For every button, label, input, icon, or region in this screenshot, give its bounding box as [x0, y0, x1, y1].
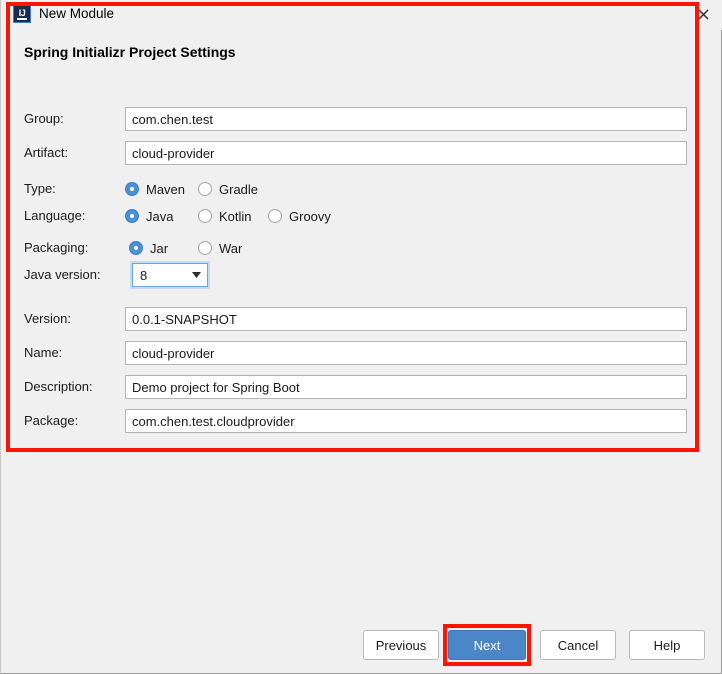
field-row-version: Version:: [24, 307, 687, 331]
radio-selected-icon: [125, 209, 139, 223]
java-version-value: 8: [140, 267, 148, 283]
field-row-language: Language: Java Kotlin Groovy: [24, 204, 354, 228]
next-button[interactable]: Next: [448, 630, 526, 660]
radio-packaging-war[interactable]: War: [198, 236, 242, 260]
field-row-group: Group:: [24, 107, 687, 131]
chevron-down-icon: [185, 272, 207, 278]
package-input[interactable]: [125, 409, 687, 433]
field-row-name: Name:: [24, 341, 687, 365]
radio-type-maven[interactable]: Maven: [125, 177, 185, 201]
radio-language-java[interactable]: Java: [125, 204, 173, 228]
radio-unselected-icon: [268, 209, 282, 223]
field-row-package: Package:: [24, 409, 687, 433]
version-input[interactable]: [125, 307, 687, 331]
radio-language-groovy-label: Groovy: [289, 208, 331, 224]
group-input[interactable]: [125, 107, 687, 131]
description-input[interactable]: [125, 375, 687, 399]
close-icon[interactable]: [693, 4, 713, 24]
version-label: Version:: [24, 311, 71, 326]
radio-language-groovy[interactable]: Groovy: [268, 204, 331, 228]
cancel-button[interactable]: Cancel: [540, 630, 616, 660]
dialog-button-bar: Previous Next Cancel Help: [1, 630, 722, 660]
radio-unselected-icon: [198, 209, 212, 223]
radio-type-maven-label: Maven: [146, 181, 186, 197]
field-row-java-version: Java version: 8: [24, 263, 324, 287]
type-label: Type:: [24, 181, 56, 196]
new-module-dialog: IJ New Module Spring Initializr Project …: [0, 0, 722, 674]
description-label: Description:: [24, 379, 93, 394]
radio-selected-icon: [129, 241, 143, 255]
package-label: Package:: [24, 413, 79, 428]
previous-button[interactable]: Previous: [363, 630, 439, 660]
radio-type-gradle[interactable]: Gradle: [198, 177, 258, 201]
field-row-description: Description:: [24, 375, 687, 399]
radio-packaging-jar-label: Jar: [150, 240, 169, 256]
artifact-input[interactable]: [125, 141, 687, 165]
intellij-idea-icon: IJ: [13, 5, 31, 23]
radio-type-gradle-label: Gradle: [219, 181, 259, 197]
name-label: Name:: [24, 345, 63, 360]
name-input[interactable]: [125, 341, 687, 365]
radio-language-kotlin[interactable]: Kotlin: [198, 204, 252, 228]
radio-unselected-icon: [198, 182, 212, 196]
packaging-label: Packaging:: [24, 240, 89, 255]
field-row-packaging: Packaging: Jar War: [24, 236, 324, 260]
radio-packaging-jar[interactable]: Jar: [129, 236, 168, 260]
language-label: Language:: [24, 208, 86, 223]
group-label: Group:: [24, 111, 64, 126]
help-button[interactable]: Help: [629, 630, 705, 660]
radio-unselected-icon: [198, 241, 212, 255]
radio-packaging-war-label: War: [219, 240, 243, 256]
field-row-type: Type: Maven Gradle: [24, 177, 324, 201]
artifact-label: Artifact:: [24, 145, 69, 160]
dialog-titlebar: IJ New Module: [1, 0, 722, 30]
java-version-label: Java version:: [24, 267, 101, 282]
spring-initializr-settings-panel: Spring Initializr Project Settings Group…: [10, 30, 695, 450]
dialog-title: New Module: [39, 6, 115, 21]
panel-heading: Spring Initializr Project Settings: [24, 44, 236, 60]
java-version-dropdown[interactable]: 8: [132, 263, 208, 287]
radio-language-kotlin-label: Kotlin: [219, 208, 252, 224]
radio-language-java-label: Java: [146, 208, 174, 224]
field-row-artifact: Artifact:: [24, 141, 687, 165]
radio-selected-icon: [125, 182, 139, 196]
